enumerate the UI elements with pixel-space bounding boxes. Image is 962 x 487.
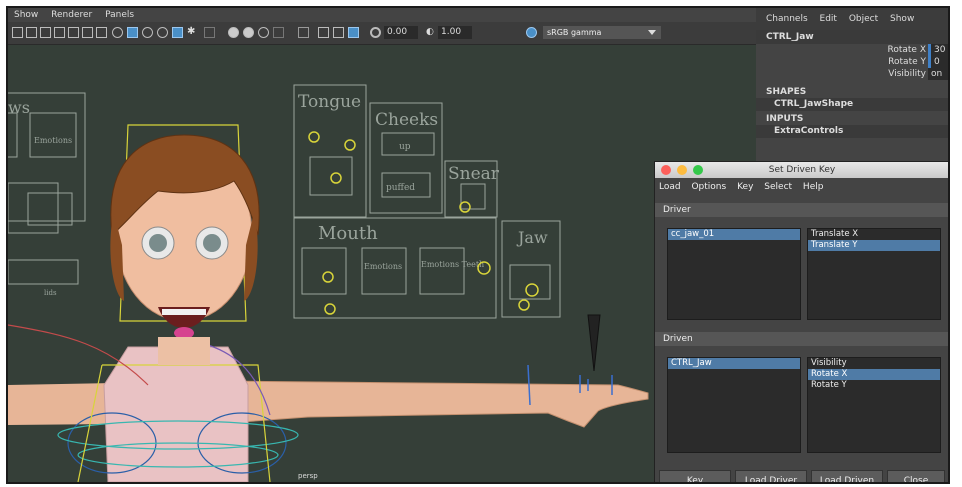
scene-canvas[interactable]: ws Emotions lids Tongue Cheeks up puffed… xyxy=(8,45,756,482)
camera-label: persp xyxy=(298,472,318,480)
driver-object-list[interactable]: cc_jaw_01 xyxy=(667,228,801,320)
menu-key[interactable]: Key xyxy=(737,182,753,192)
tongue-label: Tongue xyxy=(298,92,361,112)
camera-attributes-icon[interactable] xyxy=(26,27,37,38)
isolate-select-icon[interactable] xyxy=(298,27,309,38)
wireframe-on-shaded-icon[interactable] xyxy=(142,27,153,38)
color-space-select[interactable]: sRGB gamma xyxy=(543,26,661,39)
menu-load[interactable]: Load xyxy=(659,182,681,192)
list-item[interactable]: cc_jaw_01 xyxy=(668,229,800,240)
xray-active-icon[interactable] xyxy=(333,27,344,38)
set-driven-key-dialog: Set Driven Key Load Options Key Select H… xyxy=(654,161,948,482)
dialog-title: Set Driven Key xyxy=(768,165,836,175)
app-window: Show Renderer Panels ✱ 0.00 ◐ 1.00 sRGB … xyxy=(6,6,950,484)
attr-value[interactable]: 0 xyxy=(928,56,948,68)
inputs-header: INPUTS xyxy=(766,114,804,124)
exposure-field[interactable]: 0.00 xyxy=(384,26,418,39)
highlight-icon[interactable] xyxy=(348,27,359,38)
dialog-titlebar[interactable]: Set Driven Key xyxy=(655,162,948,178)
anti-aliasing-icon[interactable] xyxy=(258,27,269,38)
menu-select[interactable]: Select xyxy=(764,182,792,192)
dialog-menubar: Load Options Key Select Help xyxy=(655,178,948,196)
zoom-window-icon[interactable] xyxy=(693,165,703,175)
menu-object[interactable]: Object xyxy=(849,14,878,24)
mouth-emotions-label: Emotions xyxy=(364,262,402,271)
load-driver-button[interactable]: Load Driver xyxy=(735,470,807,482)
select-camera-icon[interactable] xyxy=(12,27,23,38)
xray-icon[interactable] xyxy=(157,27,168,38)
cheeks-label: Cheeks xyxy=(375,110,438,130)
viewport-panel[interactable]: Show Renderer Panels ✱ 0.00 ◐ 1.00 sRGB … xyxy=(8,8,756,482)
image-plane-icon[interactable] xyxy=(54,27,65,38)
list-item[interactable]: Translate Y xyxy=(808,240,940,251)
brows-emotions-label: Emotions xyxy=(34,136,72,145)
menu-show[interactable]: Show xyxy=(890,14,914,24)
grid-icon[interactable] xyxy=(68,27,79,38)
film-gate-icon[interactable] xyxy=(82,27,93,38)
jaw-label: Jaw xyxy=(516,228,548,247)
color-management-icon[interactable] xyxy=(526,27,537,38)
wireframe-icon[interactable] xyxy=(112,27,123,38)
viewport-toolbar: ✱ 0.00 ◐ 1.00 sRGB gamma xyxy=(8,22,756,45)
close-button[interactable]: Close xyxy=(887,470,945,482)
close-window-icon[interactable] xyxy=(661,165,671,175)
dialog-button-bar: Key Load Driver Load Driven Close xyxy=(655,470,948,482)
exposure-icon[interactable] xyxy=(370,27,381,38)
attr-label: Visibility xyxy=(888,69,926,79)
selected-object-name[interactable]: CTRL_Jaw xyxy=(756,30,948,44)
shapes-header: SHAPES xyxy=(766,87,807,97)
list-item[interactable]: Translate X xyxy=(808,229,940,240)
list-item[interactable]: Visibility xyxy=(808,358,940,369)
driven-section-header: Driven xyxy=(655,332,948,346)
gamma-icon[interactable]: ◐ xyxy=(426,27,437,38)
smooth-shade-icon[interactable] xyxy=(127,27,138,38)
driven-object-list[interactable]: CTRL_Jaw xyxy=(667,357,801,453)
menu-panels[interactable]: Panels xyxy=(105,10,134,20)
list-item[interactable]: CTRL_Jaw xyxy=(668,358,800,369)
bookmarks-icon[interactable] xyxy=(40,27,51,38)
list-item[interactable]: Rotate X xyxy=(808,369,940,380)
list-item[interactable]: Rotate Y xyxy=(808,380,940,391)
menu-edit[interactable]: Edit xyxy=(820,14,837,24)
menu-show[interactable]: Show xyxy=(14,10,38,20)
viewport-menubar: Show Renderer Panels xyxy=(8,8,756,22)
mouth-label: Mouth xyxy=(318,223,378,244)
load-driven-button[interactable]: Load Driven xyxy=(811,470,883,482)
gamma-field[interactable]: 1.00 xyxy=(438,26,472,39)
attr-label: Rotate X xyxy=(887,45,927,55)
attr-row-rotate-y[interactable]: Rotate Y 0 xyxy=(756,56,948,68)
lights-icon[interactable]: ✱ xyxy=(187,27,198,38)
menu-options[interactable]: Options xyxy=(691,182,726,192)
attr-row-rotate-x[interactable]: Rotate X 30 xyxy=(756,44,948,56)
driven-attribute-list[interactable]: Visibility Rotate X Rotate Y xyxy=(807,357,941,453)
minimize-window-icon[interactable] xyxy=(677,165,687,175)
attr-label: Rotate Y xyxy=(888,57,926,67)
key-button[interactable]: Key xyxy=(659,470,731,482)
depth-of-field-icon[interactable] xyxy=(273,27,284,38)
attr-value[interactable]: 30 xyxy=(928,44,948,56)
mouth-emotions-teeth-label: Emotions Teeth xyxy=(421,260,484,269)
menu-renderer[interactable]: Renderer xyxy=(51,10,92,20)
attr-row-visibility[interactable]: Visibility on xyxy=(756,68,948,80)
ambient-occlusion-icon[interactable] xyxy=(228,27,239,38)
channel-box-menubar: Channels Edit Object Show xyxy=(756,8,948,30)
cheeks-puffed-label: puffed xyxy=(386,183,415,193)
attr-value[interactable]: on xyxy=(928,68,948,80)
shape-node[interactable]: CTRL_JawShape xyxy=(756,98,948,111)
menu-channels[interactable]: Channels xyxy=(766,14,808,24)
lids-label: lids xyxy=(44,289,57,297)
menu-help[interactable]: Help xyxy=(803,182,824,192)
brows-label: ws xyxy=(8,98,30,117)
textured-icon[interactable] xyxy=(172,27,183,38)
input-node[interactable]: ExtraControls xyxy=(756,125,948,138)
driver-section-header: Driver xyxy=(655,203,948,217)
xray-joints-icon[interactable] xyxy=(318,27,329,38)
cheeks-up-label: up xyxy=(399,142,411,152)
motion-blur-icon[interactable] xyxy=(243,27,254,38)
resolution-gate-icon[interactable] xyxy=(96,27,107,38)
driver-attribute-list[interactable]: Translate X Translate Y xyxy=(807,228,941,320)
shadows-icon[interactable] xyxy=(204,27,215,38)
snear-label: Snear xyxy=(448,164,500,184)
